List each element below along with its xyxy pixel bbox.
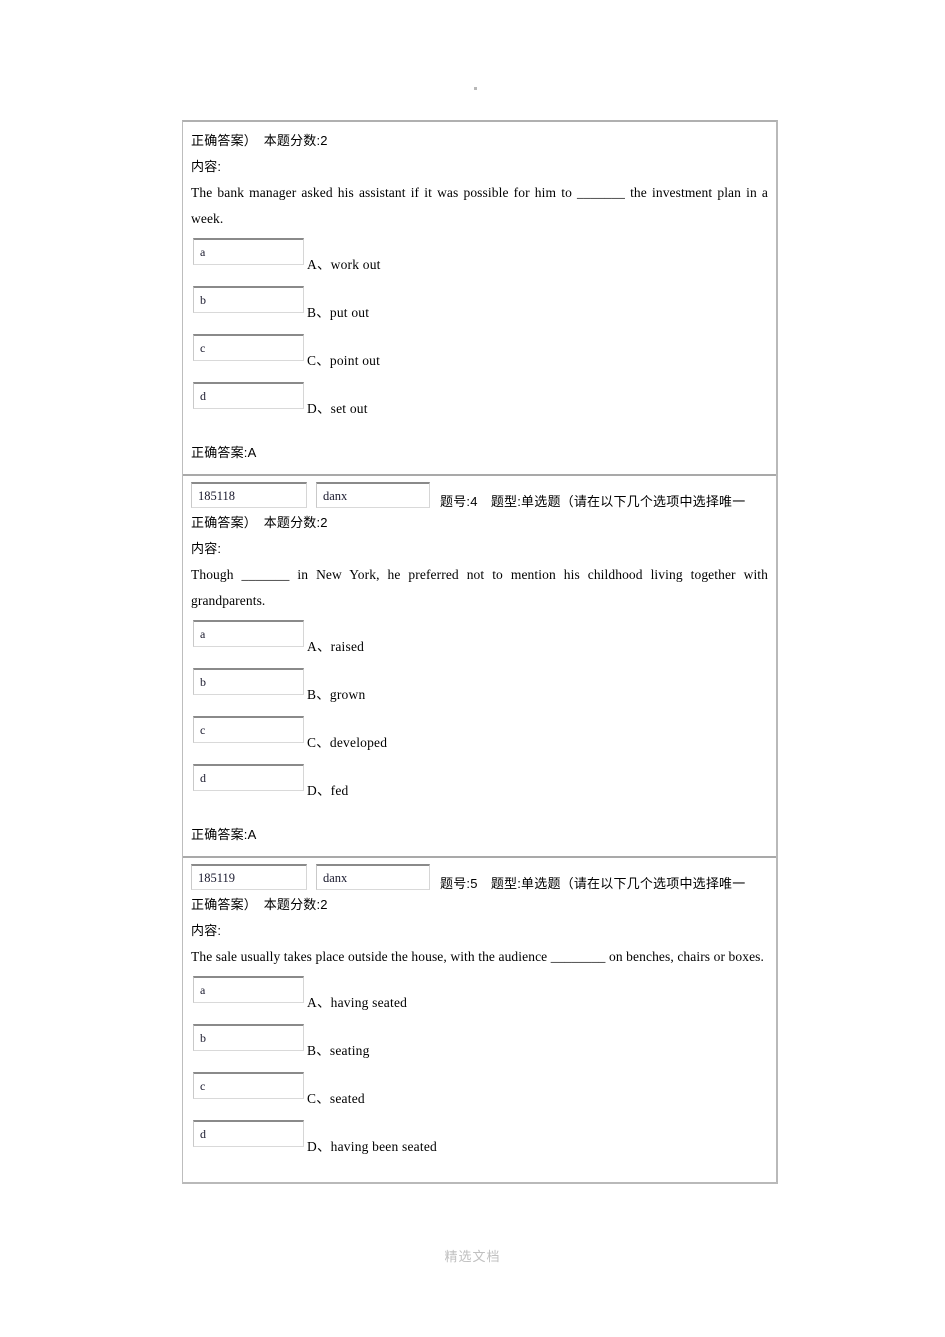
option-label-c: C、point out — [307, 353, 381, 368]
option-row: b B、grown — [191, 668, 768, 716]
option-label-d: D、having been seated — [307, 1139, 437, 1154]
content-label: 内容: — [191, 541, 222, 556]
option-row: a A、having seated — [191, 976, 768, 1024]
question-header: 185119 danx 题号:5 题型:单选题（请在以下几个选项中选择唯一 — [191, 864, 768, 894]
question-block: 185118 danx 题号:4 题型:单选题（请在以下几个选项中选择唯一 正确… — [183, 474, 776, 856]
option-row: b B、put out — [191, 286, 768, 334]
option-input-c[interactable]: c — [193, 1072, 304, 1099]
option-input-d[interactable]: d — [193, 1120, 304, 1147]
option-row: d D、having been seated — [191, 1120, 768, 1168]
option-input-c[interactable]: c — [193, 334, 304, 361]
option-label-b: B、grown — [307, 687, 366, 702]
option-input-d[interactable]: d — [193, 764, 304, 791]
option-label-d: D、fed — [307, 783, 349, 798]
document-page: 正确答案） 本题分数:2 内容: The bank manager asked … — [0, 0, 945, 1337]
option-input-b[interactable]: b — [193, 286, 304, 313]
option-label-a: A、having seated — [307, 995, 408, 1010]
question-id-input[interactable]: 185118 — [191, 482, 307, 508]
question-id-input[interactable]: 185119 — [191, 864, 307, 890]
option-input-b[interactable]: b — [193, 668, 304, 695]
page-top-dot — [474, 87, 477, 90]
question-type-input[interactable]: danx — [316, 482, 430, 508]
option-input-a[interactable]: a — [193, 238, 304, 265]
exam-question-table: 正确答案） 本题分数:2 内容: The bank manager asked … — [182, 120, 778, 1184]
option-row: c C、seated — [191, 1072, 768, 1120]
option-row: b B、seating — [191, 1024, 768, 1072]
option-list: a A、work out b B、put out c C、point out d… — [191, 238, 768, 430]
block-bottom-spacer — [191, 1168, 768, 1174]
question-id-row: 185118 danx 题号:4 题型:单选题（请在以下几个选项中选择唯一 — [191, 482, 768, 509]
question-meta-line-2: 正确答案） 本题分数:2 — [191, 897, 328, 912]
footer-watermark: 精选文档 — [444, 1249, 501, 1264]
option-row: c C、developed — [191, 716, 768, 764]
question-text: The bank manager asked his assistant if … — [191, 185, 768, 226]
correct-answer: 正确答案:A — [191, 827, 257, 842]
option-label-c: C、seated — [307, 1091, 365, 1106]
option-row: a A、raised — [191, 620, 768, 668]
option-input-b[interactable]: b — [193, 1024, 304, 1051]
option-row: c C、point out — [191, 334, 768, 382]
question-text: The sale usually takes place outside the… — [191, 949, 765, 964]
question-block: 正确答案） 本题分数:2 内容: The bank manager asked … — [183, 122, 776, 474]
option-label-b: B、put out — [307, 305, 370, 320]
option-label-d: D、set out — [307, 401, 368, 416]
content-label: 内容: — [191, 159, 222, 174]
option-input-a[interactable]: a — [193, 976, 304, 1003]
option-row: d D、set out — [191, 382, 768, 430]
question-meta-line-1: 题号:5 题型:单选题（请在以下几个选项中选择唯一 — [440, 876, 746, 891]
question-header-continued: 正确答案） 本题分数:2 — [191, 133, 328, 148]
question-block: 185119 danx 题号:5 题型:单选题（请在以下几个选项中选择唯一 正确… — [183, 856, 776, 1182]
option-label-b: B、seating — [307, 1043, 370, 1058]
option-row: d D、fed — [191, 764, 768, 812]
question-meta-line-1: 题号:4 题型:单选题（请在以下几个选项中选择唯一 — [440, 494, 746, 509]
option-row: a A、work out — [191, 238, 768, 286]
content-label: 内容: — [191, 923, 222, 938]
question-type-input[interactable]: danx — [316, 864, 430, 890]
option-list: a A、raised b B、grown c C、developed d D、f… — [191, 620, 768, 812]
correct-answer: 正确答案:A — [191, 445, 257, 460]
option-list: a A、having seated b B、seating c C、seated… — [191, 976, 768, 1168]
question-meta-line-2: 正确答案） 本题分数:2 — [191, 515, 328, 530]
question-id-row: 185119 danx 题号:5 题型:单选题（请在以下几个选项中选择唯一 — [191, 864, 768, 891]
option-label-c: C、developed — [307, 735, 388, 750]
option-input-c[interactable]: c — [193, 716, 304, 743]
option-label-a: A、work out — [307, 257, 381, 272]
question-text: Though _______ in New York, he preferred… — [191, 567, 768, 608]
option-input-d[interactable]: d — [193, 382, 304, 409]
option-label-a: A、raised — [307, 639, 365, 654]
question-header: 185118 danx 题号:4 题型:单选题（请在以下几个选项中选择唯一 — [191, 482, 768, 512]
option-input-a[interactable]: a — [193, 620, 304, 647]
